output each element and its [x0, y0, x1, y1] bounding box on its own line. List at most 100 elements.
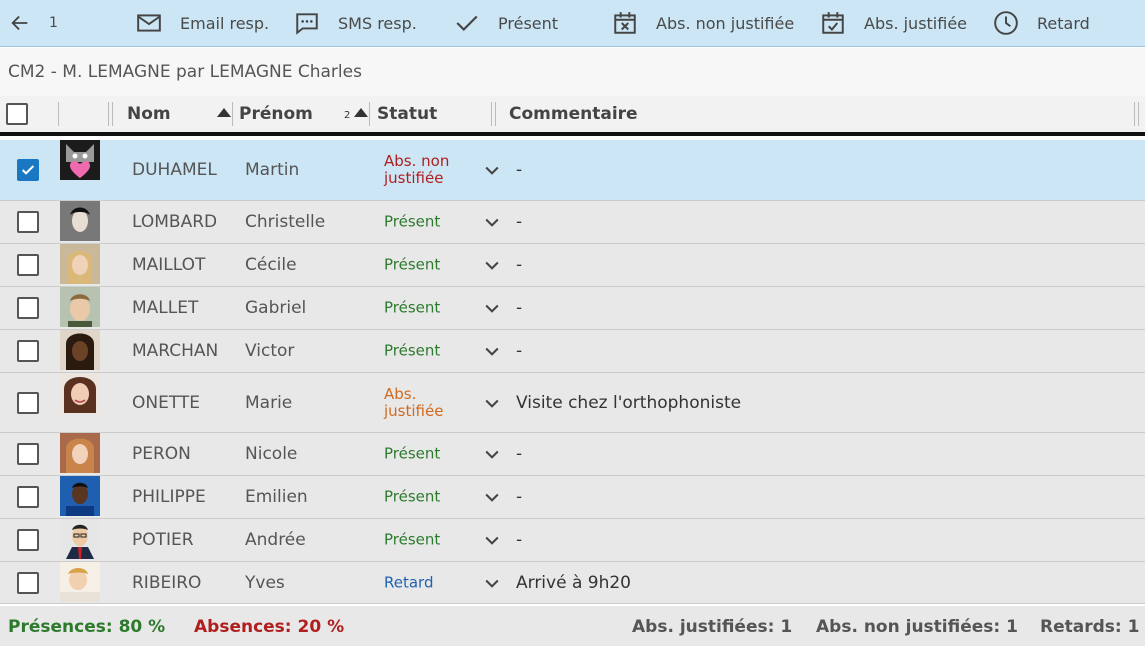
student-last-name: DUHAMEL: [132, 160, 217, 180]
email-icon: [135, 9, 163, 37]
row-checkbox[interactable]: [17, 254, 39, 276]
chevron-down-icon[interactable]: [482, 444, 502, 464]
column-header-prenom-label: Prénom: [239, 104, 313, 124]
row-checkbox[interactable]: [17, 529, 39, 551]
retards-summary: Retards: 1: [1040, 617, 1140, 637]
column-header-prenom[interactable]: Prénom: [239, 96, 339, 132]
table-row[interactable]: ONETTE Marie Abs. justifiée Visite chez …: [0, 373, 1145, 433]
student-list: DUHAMEL Martin Abs. non justifiée - LOMB…: [0, 140, 1145, 604]
row-checkbox[interactable]: [17, 297, 39, 319]
student-first-name: Marie: [245, 392, 293, 413]
student-last-name: MAILLOT: [132, 255, 206, 275]
student-last-name: MALLET: [132, 298, 199, 318]
student-first-name: Victor: [245, 341, 295, 361]
sort-priority-badge: 2: [344, 110, 351, 121]
clock-icon: [992, 9, 1020, 37]
row-checkbox[interactable]: [17, 443, 39, 465]
email-resp-button[interactable]: Email resp.: [135, 0, 293, 46]
table-row[interactable]: RIBEIRO Yves Retard Arrivé à 9h20: [0, 562, 1145, 604]
chevron-down-icon[interactable]: [482, 530, 502, 550]
table-row[interactable]: MAILLOT Cécile Présent -: [0, 244, 1145, 287]
retard-button[interactable]: Retard: [992, 0, 1112, 46]
present-button[interactable]: Présent: [453, 0, 611, 46]
attendance-summary: Présences: 80 % Absences: 20 % Abs. just…: [0, 606, 1145, 646]
row-checkbox[interactable]: [17, 486, 39, 508]
sort-asc-icon[interactable]: [354, 108, 368, 117]
avatar: [60, 201, 100, 241]
row-checkbox[interactable]: [17, 159, 39, 181]
table-row[interactable]: LOMBARD Christelle Présent -: [0, 201, 1145, 244]
chevron-down-icon[interactable]: [482, 573, 502, 593]
row-checkbox[interactable]: [17, 211, 39, 233]
chevron-down-icon[interactable]: [482, 487, 502, 507]
avatar: [60, 287, 100, 327]
table-row[interactable]: PHILIPPE Emilien Présent -: [0, 476, 1145, 519]
row-checkbox[interactable]: [17, 571, 39, 594]
column-header-commentaire[interactable]: Commentaire: [509, 96, 1109, 132]
table-row[interactable]: PERON Nicole Présent -: [0, 433, 1145, 476]
student-last-name: ONETTE: [132, 392, 201, 413]
chevron-down-icon[interactable]: [482, 255, 502, 275]
class-subtitle: CM2 - M. LEMAGNE par LEMAGNE Charles: [0, 48, 1145, 96]
chevron-down-icon[interactable]: [482, 393, 502, 413]
sort-asc-icon[interactable]: [217, 108, 231, 117]
student-last-name: LOMBARD: [132, 212, 218, 232]
comment-text: Visite chez l'orthophoniste: [516, 392, 742, 413]
avatar: [60, 330, 100, 370]
comment-text: -: [516, 212, 523, 232]
chevron-down-icon[interactable]: [482, 298, 502, 318]
sms-icon: [293, 9, 321, 37]
table-row[interactable]: MALLET Gabriel Présent -: [0, 287, 1145, 330]
abs-non-justifiees-summary: Abs. non justifiées: 1: [816, 617, 1018, 637]
avatar: [60, 244, 100, 284]
chevron-down-icon[interactable]: [482, 212, 502, 232]
student-last-name: PERON: [132, 444, 191, 464]
table-row[interactable]: POTIER Andrée Présent -: [0, 519, 1145, 562]
row-checkbox[interactable]: [17, 391, 39, 414]
comment-text: Arrivé à 9h20: [516, 572, 631, 593]
column-divider[interactable]: [108, 102, 113, 126]
student-first-name: Christelle: [245, 212, 326, 232]
select-all-checkbox[interactable]: [6, 103, 28, 125]
status-label: Présent: [384, 212, 441, 231]
sms-resp-label: SMS resp.: [338, 13, 417, 33]
column-header-nom[interactable]: Nom: [127, 96, 222, 132]
abs-non-justifiee-button[interactable]: Abs. non justifiée: [611, 0, 819, 46]
status-label: Présent: [384, 444, 441, 463]
student-last-name: PHILIPPE: [132, 487, 206, 507]
status-label: Présent: [384, 341, 441, 360]
status-label: Présent: [384, 255, 441, 274]
avatar: [60, 519, 100, 559]
student-first-name: Nicole: [245, 444, 298, 464]
sms-resp-button[interactable]: SMS resp.: [293, 0, 453, 46]
check-icon: [453, 9, 481, 37]
toolbar: 1 Email resp. SMS resp. Présent Abs. non…: [0, 0, 1145, 47]
status-label: Présent: [384, 487, 441, 506]
student-first-name: Cécile: [245, 255, 297, 275]
abs-justifiees-summary: Abs. justifiées: 1: [632, 617, 793, 637]
status-label: Abs. justifiée: [384, 384, 444, 420]
column-divider[interactable]: [369, 102, 370, 126]
back-button[interactable]: 1: [0, 0, 135, 46]
student-first-name: Martin: [245, 160, 300, 180]
table-row[interactable]: MARCHAN Victor Présent -: [0, 330, 1145, 373]
presences-summary: Présences: 80 %: [8, 617, 166, 637]
column-divider[interactable]: [1134, 102, 1139, 126]
chevron-down-icon[interactable]: [482, 341, 502, 361]
comment-text: -: [516, 444, 523, 464]
avatar: [60, 140, 100, 180]
comment-text: -: [516, 255, 523, 275]
student-first-name: Emilien: [245, 487, 308, 507]
row-checkbox[interactable]: [17, 340, 39, 362]
status-label: Présent: [384, 530, 441, 549]
abs-non-justifiee-label: Abs. non justifiée: [656, 13, 795, 33]
column-divider[interactable]: [491, 102, 496, 126]
column-header-statut-label: Statut: [377, 104, 438, 124]
calendar-x-icon: [611, 9, 639, 37]
comment-text: -: [516, 298, 523, 318]
column-divider[interactable]: [232, 102, 233, 126]
table-row[interactable]: DUHAMEL Martin Abs. non justifiée -: [0, 140, 1145, 201]
chevron-down-icon[interactable]: [482, 160, 502, 180]
abs-justifiee-button[interactable]: Abs. justifiée: [819, 0, 992, 46]
column-header-statut[interactable]: Statut: [377, 96, 487, 132]
